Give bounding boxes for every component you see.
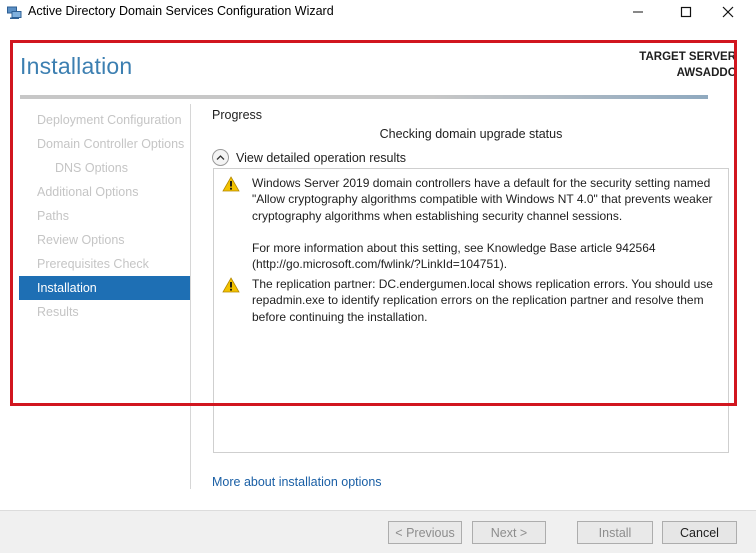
wizard-nav: Deployment Configuration Domain Controll… <box>19 108 191 324</box>
maximize-icon <box>680 6 692 18</box>
target-server: TARGET SERVER AWSADDC <box>639 49 736 81</box>
message-text: Windows Server 2019 domain controllers h… <box>252 175 718 272</box>
nav-item-installation[interactable]: Installation <box>19 276 191 300</box>
operation-results-box[interactable]: Windows Server 2019 domain controllers h… <box>213 168 729 453</box>
view-details-toggle[interactable]: View detailed operation results <box>212 149 406 166</box>
warning-icon <box>222 277 240 293</box>
wizard-footer: < Previous Next > Install Cancel <box>0 510 756 553</box>
nav-divider <box>190 104 191 489</box>
page-title: Installation <box>20 53 133 79</box>
result-message: The replication partner: DC.endergumen.l… <box>222 276 718 325</box>
window-title: Active Directory Domain Services Configu… <box>28 4 334 18</box>
message-paragraph: Windows Server 2019 domain controllers h… <box>252 176 713 223</box>
result-message: Windows Server 2019 domain controllers h… <box>222 175 718 272</box>
nav-item-dns-options[interactable]: DNS Options <box>19 156 191 180</box>
cancel-button[interactable]: Cancel <box>662 521 737 544</box>
minimize-icon <box>633 11 643 13</box>
nav-item-domain-controller-options[interactable]: Domain Controller Options <box>19 132 191 156</box>
progress-label: Progress <box>212 108 263 122</box>
previous-button[interactable]: < Previous <box>388 521 462 544</box>
title-bar: Active Directory Domain Services Configu… <box>0 0 756 26</box>
minimize-button[interactable] <box>618 0 658 24</box>
nav-item-results[interactable]: Results <box>19 300 191 324</box>
header-divider <box>20 95 708 99</box>
wizard-content: Installation TARGET SERVER AWSADDC Deplo… <box>0 26 756 510</box>
nav-item-paths[interactable]: Paths <box>19 204 191 228</box>
message-text: The replication partner: DC.endergumen.l… <box>252 276 718 325</box>
ad-ds-app-icon <box>7 6 22 19</box>
more-about-installation-link[interactable]: More about installation options <box>212 475 382 489</box>
install-button[interactable]: Install <box>577 521 653 544</box>
warning-icon <box>222 176 240 192</box>
close-button[interactable] <box>708 0 748 24</box>
target-server-label: TARGET SERVER <box>639 51 736 63</box>
close-icon <box>722 6 734 18</box>
progress-status: Checking domain upgrade status <box>379 127 563 141</box>
maximize-button[interactable] <box>666 0 706 24</box>
nav-item-review-options[interactable]: Review Options <box>19 228 191 252</box>
expand-toggle-button[interactable] <box>212 149 229 166</box>
next-button[interactable]: Next > <box>472 521 546 544</box>
nav-item-additional-options[interactable]: Additional Options <box>19 180 191 204</box>
message-paragraph: The replication partner: DC.endergumen.l… <box>252 277 713 324</box>
target-server-name: AWSADDC <box>676 67 736 79</box>
chevron-up-icon <box>216 155 225 160</box>
nav-item-deployment-configuration[interactable]: Deployment Configuration <box>19 108 191 132</box>
message-paragraph: For more information about this setting,… <box>252 240 656 272</box>
view-details-label: View detailed operation results <box>236 150 407 165</box>
nav-item-prerequisites-check[interactable]: Prerequisites Check <box>19 252 191 276</box>
